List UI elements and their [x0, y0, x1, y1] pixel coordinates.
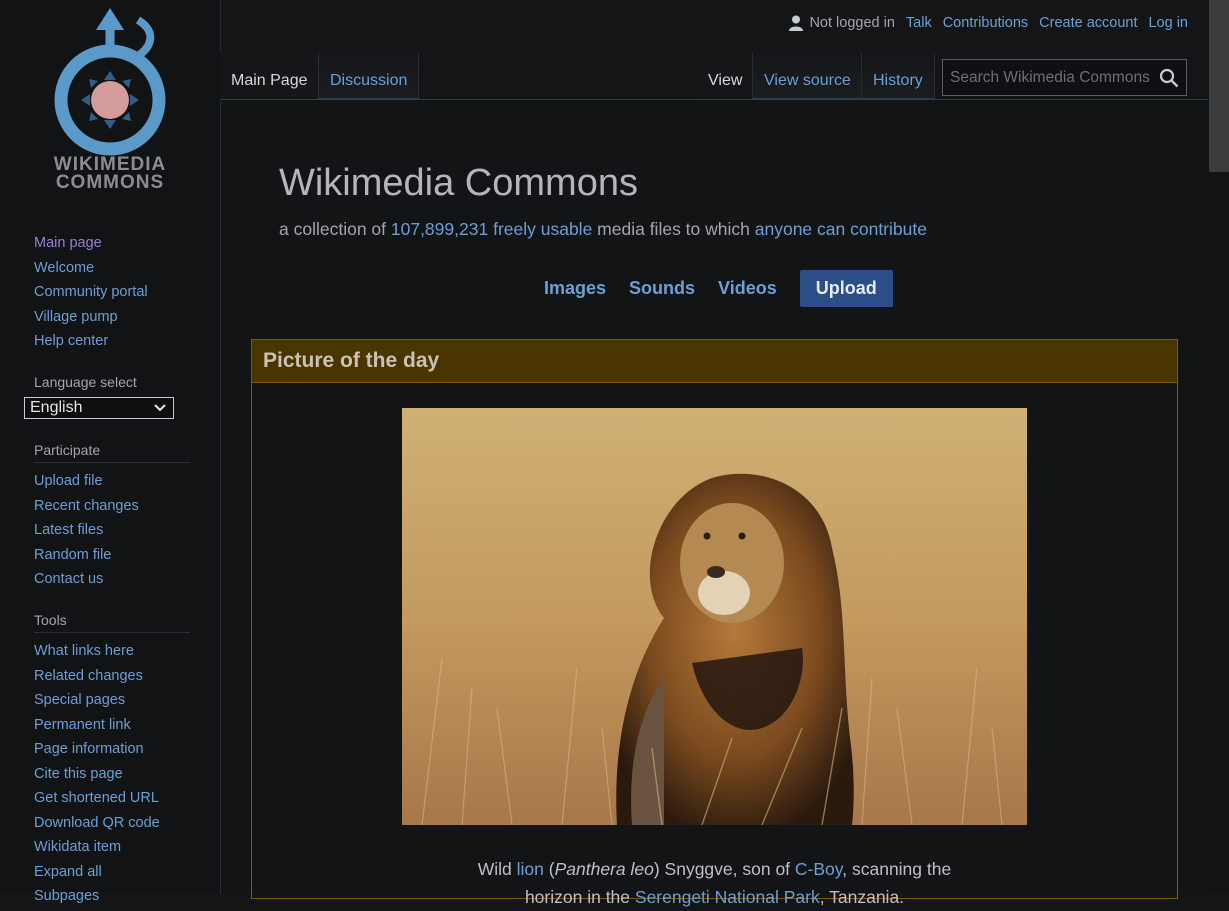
language-select-value: English [30, 399, 83, 416]
potd-heading: Picture of the day [252, 340, 1177, 383]
images-link[interactable]: Images [544, 278, 606, 299]
caption-text-6: , Tanzania. [819, 887, 905, 907]
sidebar-item-what-links-here[interactable]: What links here [34, 639, 190, 664]
picture-of-the-day-box: Picture of the day Wild lion (Panthera l… [251, 339, 1178, 907]
search-input[interactable] [943, 60, 1151, 95]
vertical-scrollbar[interactable] [1208, 0, 1229, 893]
sidebar-item-main-page[interactable]: Main page [34, 231, 190, 256]
sidebar-item-latest-files[interactable]: Latest files [34, 518, 190, 543]
logo-wordmark: WIKIMEDIA COMMONS [40, 155, 180, 193]
page-title: Wikimedia Commons [279, 162, 638, 204]
contributions-link[interactable]: Contributions [943, 15, 1028, 31]
search-box [942, 59, 1187, 96]
sidebar-item-expand-all[interactable]: Expand all [34, 860, 190, 885]
sidebar-item-special-pages[interactable]: Special pages [34, 688, 190, 713]
chevron-down-icon [154, 404, 166, 412]
log-in-link[interactable]: Log in [1148, 15, 1188, 31]
subtitle-pre: a collection of [279, 219, 391, 239]
lion-link[interactable]: lion [517, 859, 544, 879]
sidebar-item-download-qr-code[interactable]: Download QR code [34, 811, 190, 836]
scrollbar-thumb[interactable] [1209, 0, 1229, 172]
participate-portlet: Participate Upload file Recent changes L… [34, 442, 190, 592]
tab-main-page[interactable]: Main Page [220, 53, 319, 99]
freely-usable-link[interactable]: freely usable [493, 219, 592, 239]
sidebar-item-welcome[interactable]: Welcome [34, 256, 190, 281]
file-count-link[interactable]: 107,899,231 [391, 219, 488, 239]
tab-history[interactable]: History [861, 53, 935, 99]
language-select-label: Language select [34, 374, 137, 390]
tab-view[interactable]: View [697, 53, 754, 99]
media-nav: Images Sounds Videos Upload [544, 270, 893, 307]
caption-text-2: ( [543, 859, 555, 879]
user-icon [789, 15, 804, 31]
videos-link[interactable]: Videos [718, 278, 777, 299]
potd-lion-image[interactable] [402, 408, 1027, 825]
tab-view-source[interactable]: View source [752, 53, 862, 99]
logo-line-2: COMMONS [55, 172, 165, 193]
talk-link[interactable]: Talk [906, 15, 932, 31]
sidebar-item-recent-changes[interactable]: Recent changes [34, 494, 190, 519]
sidebar-item-contact-us[interactable]: Contact us [34, 567, 190, 592]
tab-discussion[interactable]: Discussion [318, 53, 420, 99]
subtitle-mid: media files to which [592, 219, 755, 239]
search-icon[interactable] [1159, 68, 1179, 88]
c-boy-link[interactable]: C-Boy [795, 859, 842, 879]
create-account-link[interactable]: Create account [1039, 15, 1137, 31]
navigation-portlet: Main page Welcome Community portal Villa… [34, 231, 190, 354]
tools-portlet: Tools What links here Related changes Sp… [34, 612, 190, 909]
sounds-link[interactable]: Sounds [629, 278, 695, 299]
caption-text-1: Wild [477, 859, 517, 879]
sidebar: WIKIMEDIA COMMONS Main page Welcome Comm… [0, 0, 221, 904]
sidebar-item-permanent-link[interactable]: Permanent link [34, 713, 190, 738]
potd-caption: Wild lion (Panthera leo) Snyggve, son of… [252, 855, 1177, 911]
not-logged-in-text: Not logged in [809, 15, 895, 31]
sidebar-item-random-file[interactable]: Random file [34, 543, 190, 568]
page-subtitle: a collection of 107,899,231 freely usabl… [279, 219, 927, 240]
sidebar-item-community-portal[interactable]: Community portal [34, 280, 190, 305]
sidebar-item-wikidata-item[interactable]: Wikidata item [34, 835, 190, 860]
sidebar-item-related-changes[interactable]: Related changes [34, 664, 190, 689]
sidebar-item-get-shortened-url[interactable]: Get shortened URL [34, 786, 190, 811]
sidebar-item-cite-this-page[interactable]: Cite this page [34, 762, 190, 787]
sidebar-item-village-pump[interactable]: Village pump [34, 305, 190, 330]
caption-text-5: horizon in the [524, 887, 635, 907]
participate-heading: Participate [34, 442, 190, 463]
anyone-can-contribute-link[interactable]: anyone can contribute [755, 219, 927, 239]
language-select[interactable]: English [24, 397, 174, 419]
sidebar-item-page-information[interactable]: Page information [34, 737, 190, 762]
serengeti-link[interactable]: Serengeti National Park [635, 887, 820, 907]
sidebar-item-help-center[interactable]: Help center [34, 329, 190, 354]
sidebar-item-subpages[interactable]: Subpages [34, 884, 190, 909]
sidebar-item-upload-file[interactable]: Upload file [34, 469, 190, 494]
upload-button[interactable]: Upload [799, 270, 893, 307]
not-logged-in-status: Not logged in [789, 15, 895, 31]
personal-tools: Not logged in Talk Contributions Create … [789, 15, 1188, 31]
species-name: Panthera leo [554, 859, 654, 879]
tools-heading: Tools [34, 612, 190, 633]
caption-text-3: ) Snyggve, son of [653, 859, 795, 879]
caption-text-4: , scanning the [842, 859, 952, 879]
